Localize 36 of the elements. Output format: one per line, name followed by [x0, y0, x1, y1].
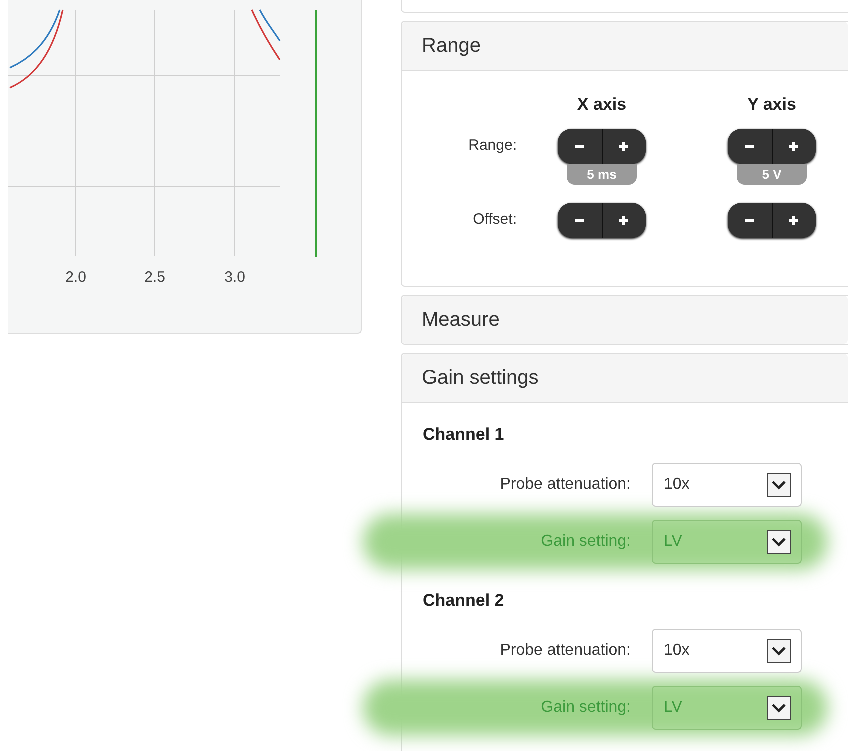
plus-icon: [788, 214, 800, 226]
field-label: Gain setting:: [540, 699, 631, 717]
minus-button[interactable]: [558, 203, 602, 238]
dropdown[interactable]: 10x: [652, 463, 802, 507]
plus-button[interactable]: [602, 129, 646, 164]
panel-header[interactable]: Measure: [402, 296, 848, 344]
panel-header[interactable]: Range: [402, 22, 848, 71]
dropdown[interactable]: 10x: [652, 629, 802, 673]
plus-icon: [618, 214, 630, 226]
chevron-down-icon: [767, 473, 791, 497]
section-heading: Channel 1: [423, 425, 506, 445]
plus-button[interactable]: [602, 203, 646, 238]
plus-icon: [788, 140, 800, 152]
row-label: Offset:: [473, 211, 517, 228]
chevron-down-icon: [767, 696, 791, 720]
chevron-down-icon: [767, 530, 791, 554]
value-readout: 5 ms: [567, 164, 637, 185]
minus-button[interactable]: [558, 129, 602, 164]
axis-tick-label: 2.0: [66, 269, 86, 286]
field-label: Probe attenuation:: [499, 476, 631, 494]
row-label: Range:: [468, 137, 517, 154]
value-readout: 5 V: [737, 164, 807, 185]
field-label: Gain setting:: [540, 533, 631, 551]
plus-button[interactable]: [772, 203, 816, 238]
column-heading: X axis: [577, 95, 627, 115]
axis-tick-label: 3.0: [224, 269, 246, 286]
minus-button[interactable]: [728, 129, 772, 164]
column-heading: Y axis: [748, 95, 796, 115]
minus-button[interactable]: [728, 203, 772, 238]
panel-header[interactable]: Gain settings: [402, 354, 848, 403]
plus-button[interactable]: [772, 129, 816, 164]
plus-icon: [618, 140, 630, 152]
axis-tick-label: 2.5: [144, 269, 166, 286]
chevron-down-icon: [767, 639, 791, 663]
field-label: Probe attenuation:: [499, 642, 631, 660]
section-heading: Channel 2: [423, 591, 506, 611]
